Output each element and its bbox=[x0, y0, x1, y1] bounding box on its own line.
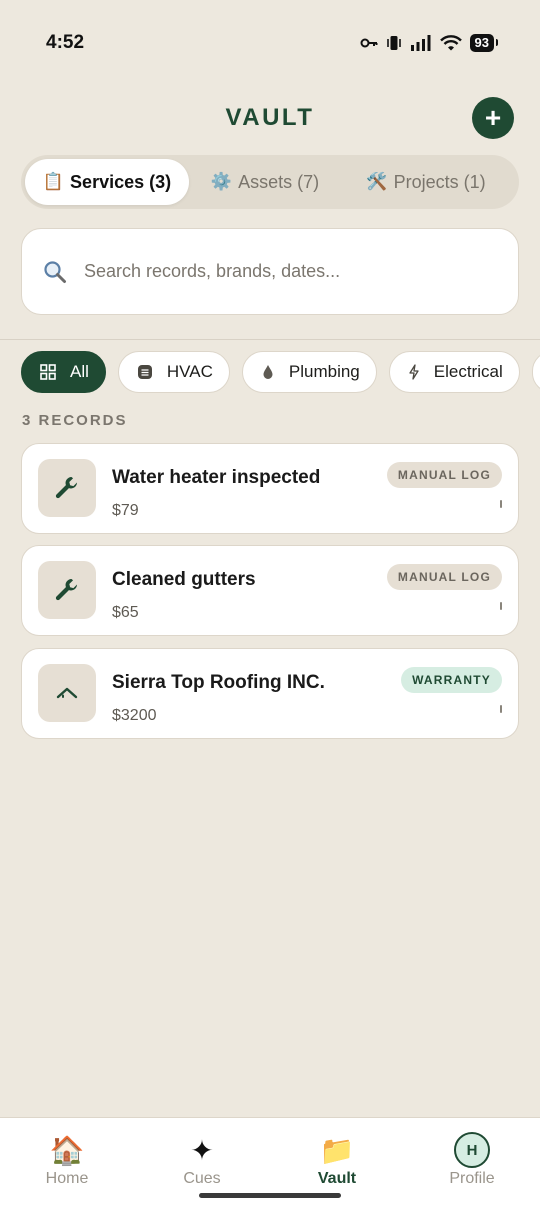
vpn-key-icon bbox=[360, 38, 378, 48]
tab-projects-label: Projects (1) bbox=[393, 171, 486, 192]
tab-projects[interactable]: 🛠️ Projects (1) bbox=[341, 159, 511, 205]
record-price: $3200 bbox=[112, 707, 157, 724]
battery-icon: 93 bbox=[469, 34, 499, 52]
record-badge: MANUAL LOG bbox=[386, 564, 502, 590]
status-icons: 93 bbox=[360, 34, 499, 52]
bolt-icon bbox=[408, 364, 420, 380]
filter-hvac[interactable]: HVAC bbox=[117, 351, 230, 393]
nav-home-label: Home bbox=[45, 1170, 89, 1187]
tab-assets-label: Assets (7) bbox=[238, 171, 320, 192]
record-title: Cleaned gutters bbox=[112, 569, 256, 590]
record-tick bbox=[500, 602, 502, 610]
sparkle-icon: ✦ bbox=[190, 1134, 214, 1166]
record-tick bbox=[500, 705, 502, 713]
search-input[interactable] bbox=[84, 261, 484, 282]
wrench-icon bbox=[38, 459, 96, 517]
filter-more[interactable] bbox=[531, 351, 540, 393]
folder-icon: 📁 bbox=[319, 1134, 355, 1166]
tab-services-label: Services (3) bbox=[70, 171, 172, 192]
record-badge: MANUAL LOG bbox=[386, 462, 502, 488]
record-tick bbox=[500, 500, 502, 508]
nav-vault-label: Vault bbox=[317, 1170, 357, 1187]
droplet-icon bbox=[261, 364, 275, 380]
vibrate-icon bbox=[386, 36, 401, 50]
record-card[interactable]: Cleaned gutters $65 MANUAL LOG bbox=[21, 545, 519, 636]
roof-icon bbox=[38, 664, 96, 722]
nav-cues[interactable]: ✦ Cues bbox=[147, 1132, 257, 1188]
add-record-button[interactable]: + bbox=[472, 97, 514, 139]
record-type-tabs: 📋 Services (3) ⚙️ Assets (7) 🛠️ Projects… bbox=[21, 155, 519, 209]
filter-hvac-label: HVAC bbox=[166, 362, 213, 381]
category-filters: All HVAC Plumbing Electrical bbox=[21, 351, 540, 393]
grid-icon bbox=[40, 364, 56, 380]
nav-vault[interactable]: 📁 Vault bbox=[282, 1132, 392, 1188]
record-title: Sierra Top Roofing INC. bbox=[112, 672, 325, 693]
nav-cues-label: Cues bbox=[183, 1170, 221, 1187]
wrench-icon bbox=[38, 561, 96, 619]
search-box[interactable] bbox=[21, 228, 519, 315]
wifi-icon bbox=[439, 35, 462, 51]
status-time: 4:52 bbox=[46, 32, 85, 53]
home-indicator[interactable] bbox=[199, 1193, 341, 1198]
search-icon bbox=[44, 260, 66, 283]
records-count: 3 RECORDS bbox=[22, 412, 128, 429]
nav-profile-label: Profile bbox=[449, 1170, 495, 1187]
page-title: VAULT bbox=[225, 104, 315, 131]
filter-all[interactable]: All bbox=[21, 351, 106, 393]
filter-electrical[interactable]: Electrical bbox=[388, 351, 520, 393]
tab-services[interactable]: 📋 Services (3) bbox=[25, 159, 189, 205]
nav-home[interactable]: 🏠 Home bbox=[12, 1132, 122, 1188]
tab-assets[interactable]: ⚙️ Assets (7) bbox=[189, 159, 341, 205]
filter-all-label: All bbox=[70, 362, 89, 381]
record-card[interactable]: Water heater inspected $79 MANUAL LOG bbox=[21, 443, 519, 534]
filter-plumbing-label: Plumbing bbox=[288, 362, 360, 381]
record-badge: WARRANTY bbox=[401, 667, 502, 693]
filter-electrical-label: Electrical bbox=[433, 362, 503, 381]
nav-profile[interactable]: H Profile bbox=[417, 1132, 527, 1188]
clipboard-icon: 📋 bbox=[42, 172, 65, 191]
hvac-icon bbox=[137, 364, 153, 380]
tools-icon: 🛠️ bbox=[366, 172, 388, 191]
gear-icon: ⚙️ bbox=[210, 172, 233, 191]
divider bbox=[0, 339, 540, 340]
status-bar: 4:52 93 bbox=[0, 0, 540, 90]
plus-icon: + bbox=[484, 102, 502, 133]
filter-plumbing[interactable]: Plumbing bbox=[241, 351, 377, 393]
record-price: $79 bbox=[112, 502, 139, 519]
record-price: $65 bbox=[112, 604, 139, 621]
home-icon: 🏠 bbox=[49, 1134, 85, 1166]
avatar: H bbox=[454, 1132, 490, 1168]
record-card[interactable]: Sierra Top Roofing INC. $3200 WARRANTY bbox=[21, 648, 519, 739]
record-title: Water heater inspected bbox=[112, 467, 321, 488]
signal-icon bbox=[410, 35, 431, 51]
